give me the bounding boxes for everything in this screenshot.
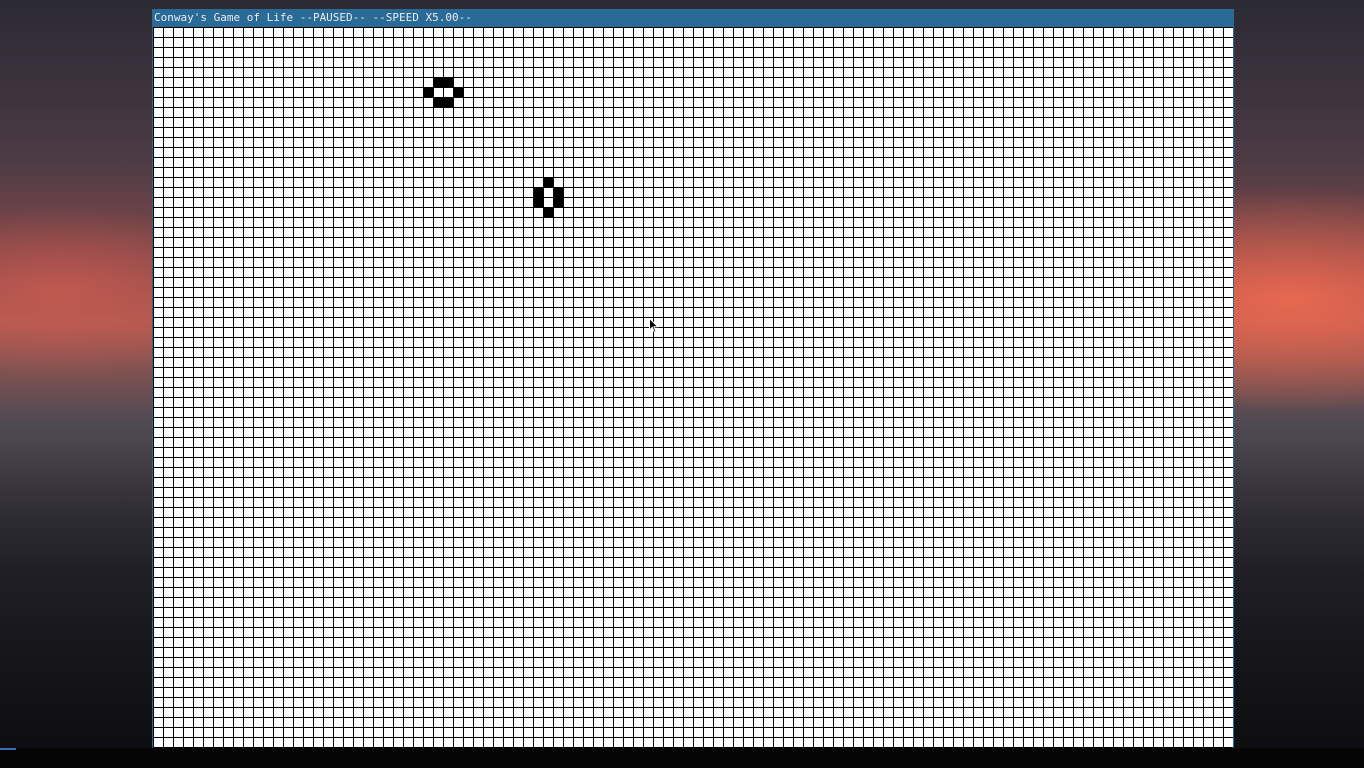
live-cell[interactable] — [433, 97, 443, 107]
window-titlebar[interactable]: Conway's Game of Life --PAUSED-- --SPEED… — [153, 9, 1234, 27]
live-cell[interactable] — [533, 187, 543, 197]
live-cell[interactable] — [543, 207, 553, 217]
live-cell[interactable] — [443, 77, 453, 87]
mouse-pointer-icon — [649, 318, 659, 333]
live-cell[interactable] — [443, 97, 453, 107]
live-cell[interactable] — [553, 197, 563, 207]
live-cell[interactable] — [453, 87, 463, 97]
window-title: Conway's Game of Life --PAUSED-- --SPEED… — [154, 11, 472, 24]
taskbar — [0, 748, 1364, 768]
live-cell[interactable] — [533, 197, 543, 207]
live-cell[interactable] — [433, 77, 443, 87]
life-grid[interactable] — [153, 27, 1233, 748]
live-cell[interactable] — [423, 87, 433, 97]
live-cell[interactable] — [553, 187, 563, 197]
game-window[interactable]: Conway's Game of Life --PAUSED-- --SPEED… — [152, 9, 1234, 748]
taskbar-accent — [0, 748, 16, 750]
live-cell[interactable] — [543, 177, 553, 187]
